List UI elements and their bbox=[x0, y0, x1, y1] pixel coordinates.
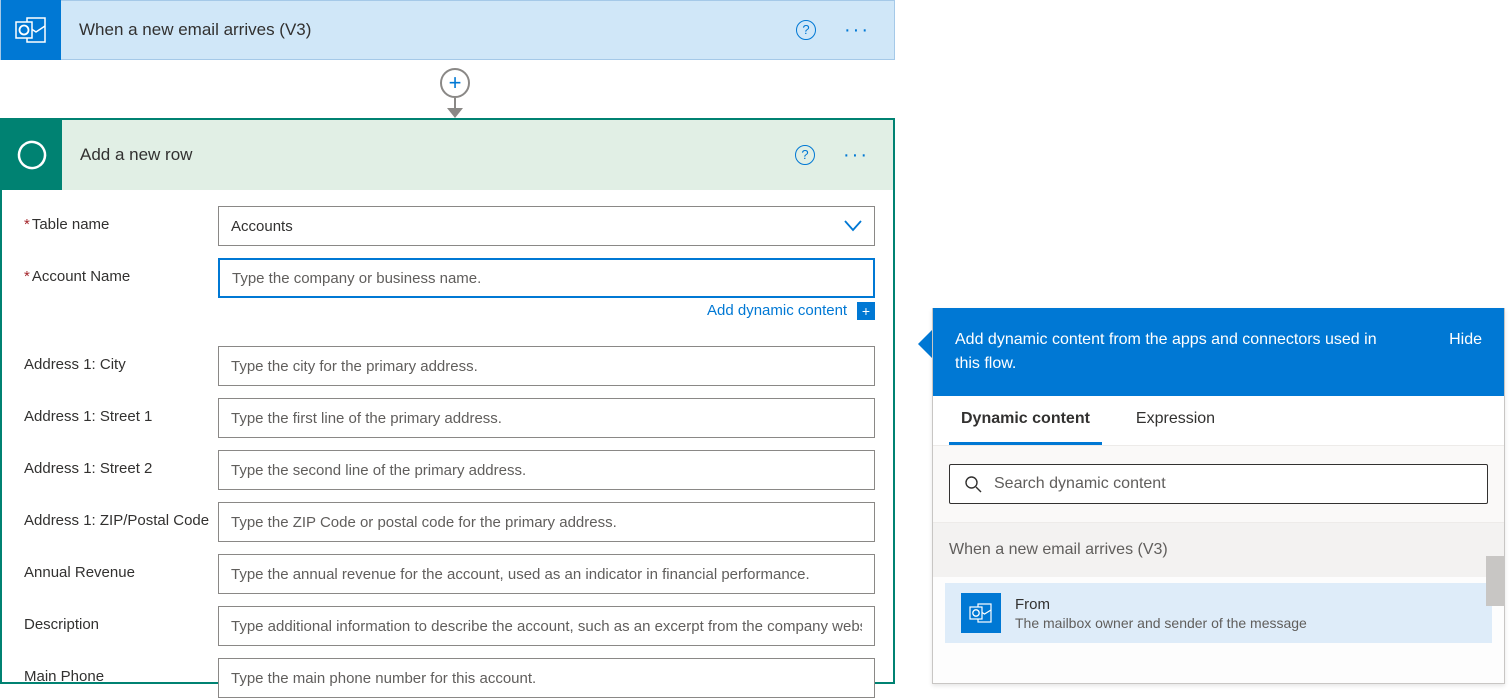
field-label: Address 1: Street 1 bbox=[24, 398, 218, 425]
search-icon bbox=[964, 475, 982, 493]
table-name-value: Accounts bbox=[231, 218, 293, 235]
tab-dynamic-content[interactable]: Dynamic content bbox=[949, 396, 1102, 445]
dynamic-content-panel: Add dynamic content from the apps and co… bbox=[932, 308, 1505, 684]
field-input-wrap bbox=[218, 346, 875, 386]
add-step-button[interactable]: + bbox=[440, 68, 470, 98]
scrollbar-thumb[interactable] bbox=[1486, 556, 1504, 606]
dynamic-item-from[interactable]: From The mailbox owner and sender of the… bbox=[945, 583, 1492, 643]
panel-pointer bbox=[918, 330, 932, 358]
dataverse-icon bbox=[2, 120, 62, 190]
trigger-card[interactable]: When a new email arrives (V3) ? ··· bbox=[0, 0, 895, 60]
dynamic-item-title: From bbox=[1015, 596, 1307, 613]
outlook-small-icon bbox=[961, 593, 1001, 633]
field-input[interactable] bbox=[231, 659, 862, 697]
account-name-input[interactable] bbox=[232, 260, 861, 296]
field-input[interactable] bbox=[231, 607, 862, 645]
field-input-wrap bbox=[218, 606, 875, 646]
tab-expression[interactable]: Expression bbox=[1124, 396, 1227, 445]
field-input[interactable] bbox=[231, 451, 862, 489]
field-input-wrap bbox=[218, 554, 875, 594]
field-label: Description bbox=[24, 606, 218, 633]
account-name-input-wrap bbox=[218, 258, 875, 298]
hide-panel-link[interactable]: Hide bbox=[1449, 328, 1482, 376]
field-input-wrap bbox=[218, 658, 875, 698]
action-card: Add a new row ? ··· *Table name Accounts… bbox=[0, 118, 895, 684]
add-dynamic-content-plus-icon[interactable]: + bbox=[857, 302, 875, 320]
field-input-wrap bbox=[218, 450, 875, 490]
field-input[interactable] bbox=[231, 503, 862, 541]
field-input-wrap bbox=[218, 502, 875, 542]
help-icon[interactable]: ? bbox=[796, 20, 816, 40]
search-input[interactable] bbox=[994, 475, 1473, 493]
field-input[interactable] bbox=[231, 399, 862, 437]
field-input[interactable] bbox=[231, 555, 862, 593]
dynamic-panel-header: Add dynamic content from the apps and co… bbox=[955, 328, 1395, 376]
field-input-wrap bbox=[218, 398, 875, 438]
dynamic-item-desc: The mailbox owner and sender of the mess… bbox=[1015, 615, 1307, 631]
add-dynamic-content-link[interactable]: Add dynamic content bbox=[707, 302, 847, 319]
action-title: Add a new row bbox=[62, 145, 795, 165]
table-name-label: *Table name bbox=[24, 206, 218, 233]
more-menu-icon[interactable]: ··· bbox=[844, 19, 870, 42]
search-box bbox=[949, 464, 1488, 504]
table-name-select[interactable]: Accounts bbox=[218, 206, 875, 246]
field-label: Address 1: Street 2 bbox=[24, 450, 218, 477]
help-icon[interactable]: ? bbox=[795, 145, 815, 165]
outlook-icon bbox=[1, 0, 61, 60]
action-header[interactable]: Add a new row ? ··· bbox=[2, 120, 893, 190]
dynamic-section-title: When a new email arrives (V3) bbox=[933, 523, 1504, 577]
connector-arrow: + bbox=[440, 60, 470, 118]
chevron-down-icon bbox=[844, 220, 862, 232]
field-label: Main Phone bbox=[24, 658, 218, 685]
account-name-label: *Account Name bbox=[24, 258, 218, 285]
field-label: Address 1: City bbox=[24, 346, 218, 373]
field-input[interactable] bbox=[231, 347, 862, 385]
more-menu-icon[interactable]: ··· bbox=[843, 144, 869, 167]
field-label: Address 1: ZIP/Postal Code bbox=[24, 502, 218, 529]
trigger-title: When a new email arrives (V3) bbox=[61, 20, 796, 40]
field-label: Annual Revenue bbox=[24, 554, 218, 581]
